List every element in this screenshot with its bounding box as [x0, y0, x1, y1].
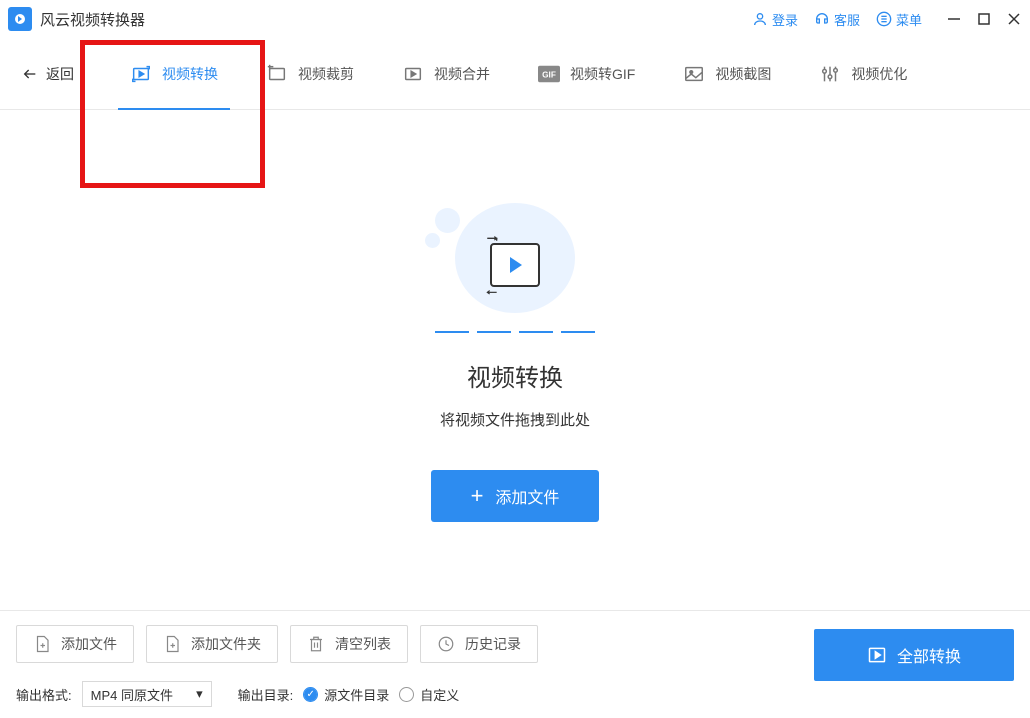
optimize-icon	[819, 63, 841, 85]
arrow-left-icon	[22, 66, 38, 82]
tab-video-merge[interactable]: 视频合并	[378, 38, 514, 109]
hero-illustration	[415, 198, 615, 348]
svg-text:GIF: GIF	[542, 70, 556, 79]
clear-list-button[interactable]: 清空列表	[290, 625, 408, 663]
main-area: 视频转换 将视频文件拖拽到此处 + 添加文件	[0, 110, 1030, 610]
radio-source-label: 源文件目录	[324, 685, 389, 704]
window-controls	[946, 11, 1022, 27]
tab-label: 视频截图	[715, 64, 771, 84]
bottom-add-folder-button[interactable]: 添加文件夹	[146, 625, 278, 663]
menu-list-icon	[876, 11, 892, 27]
tab-video-optimize[interactable]: 视频优化	[795, 38, 931, 109]
toolbar: 返回 视频转换 视频裁剪 视频合并 GIF 视频转GIF 视频截图 视频优化	[0, 38, 1030, 110]
menu-button[interactable]: 菜单	[876, 10, 922, 29]
history-button[interactable]: 历史记录	[420, 625, 538, 663]
close-button[interactable]	[1006, 11, 1022, 27]
chevron-down-icon: ▾	[196, 686, 203, 702]
trash-icon	[307, 635, 325, 653]
plus-icon: +	[471, 483, 484, 509]
output-format-value: MP4 同原文件	[91, 685, 173, 704]
file-add-icon	[33, 635, 51, 653]
convert-all-label: 全部转换	[897, 643, 961, 667]
radio-source-dir[interactable]: 源文件目录	[303, 685, 389, 704]
merge-icon	[402, 63, 424, 85]
app-title: 风云视频转换器	[40, 9, 145, 30]
radio-custom-dir[interactable]: 自定义	[399, 685, 459, 704]
add-file-label: 添加文件	[495, 484, 559, 508]
crop-icon	[266, 63, 288, 85]
maximize-button[interactable]	[976, 11, 992, 27]
login-button[interactable]: 登录	[752, 10, 798, 29]
tab-video-gif[interactable]: GIF 视频转GIF	[514, 38, 659, 109]
output-dir-label: 输出目录:	[238, 685, 294, 704]
tab-video-convert[interactable]: 视频转换	[106, 38, 242, 109]
minimize-button[interactable]	[946, 11, 962, 27]
tab-label: 视频合并	[434, 64, 490, 84]
empty-state-title: 视频转换	[467, 358, 563, 393]
tab-label: 视频转GIF	[570, 64, 635, 84]
tab-label: 视频转换	[162, 64, 218, 84]
radio-custom-label: 自定义	[420, 685, 459, 704]
output-format-label: 输出格式:	[16, 685, 72, 704]
tab-video-screenshot[interactable]: 视频截图	[659, 38, 795, 109]
tab-label: 视频优化	[851, 64, 907, 84]
headset-icon	[814, 11, 830, 27]
titlebar: 风云视频转换器 登录 客服 菜单	[0, 0, 1030, 38]
bottom-add-folder-label: 添加文件夹	[191, 634, 261, 654]
convert-icon	[130, 63, 152, 85]
login-label: 登录	[772, 10, 798, 29]
empty-state-subtitle: 将视频文件拖拽到此处	[440, 409, 590, 430]
tabs: 视频转换 视频裁剪 视频合并 GIF 视频转GIF 视频截图 视频优化	[106, 38, 931, 109]
gif-icon: GIF	[538, 63, 560, 85]
support-label: 客服	[834, 10, 860, 29]
output-format-select[interactable]: MP4 同原文件 ▾	[82, 681, 212, 707]
back-label: 返回	[46, 64, 74, 84]
bottom-add-file-label: 添加文件	[61, 634, 117, 654]
back-button[interactable]: 返回	[10, 64, 86, 84]
app-icon	[8, 7, 32, 31]
tab-label: 视频裁剪	[298, 64, 354, 84]
history-icon	[437, 635, 455, 653]
menu-label: 菜单	[896, 10, 922, 29]
play-box-icon	[867, 645, 887, 665]
add-file-button[interactable]: + 添加文件	[431, 470, 600, 522]
clear-list-label: 清空列表	[335, 634, 391, 654]
convert-all-button[interactable]: 全部转换	[814, 629, 1014, 681]
history-label: 历史记录	[465, 634, 521, 654]
screenshot-icon	[683, 63, 705, 85]
user-icon	[752, 11, 768, 27]
folder-add-icon	[163, 635, 181, 653]
support-button[interactable]: 客服	[814, 10, 860, 29]
bottom-bar: 添加文件 添加文件夹 清空列表 历史记录 全部转换 输出格式: MP4 同原文件…	[0, 610, 1030, 718]
tab-video-crop[interactable]: 视频裁剪	[242, 38, 378, 109]
bottom-add-file-button[interactable]: 添加文件	[16, 625, 134, 663]
